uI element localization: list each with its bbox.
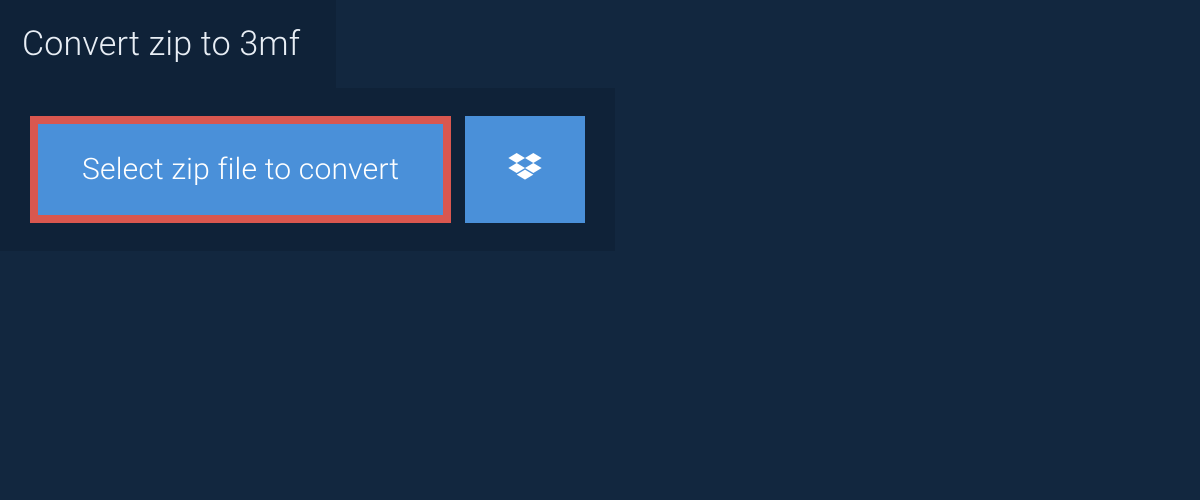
select-file-label: Select zip file to convert [82,152,399,187]
dropbox-button[interactable] [465,116,585,223]
tab-label: Convert zip to 3mf [22,24,300,64]
dropbox-icon [505,148,545,192]
select-file-button[interactable]: Select zip file to convert [30,116,451,223]
tab-strip: Convert zip to 3mf [0,0,1200,88]
action-panel: Select zip file to convert [0,88,615,251]
tab-convert[interactable]: Convert zip to 3mf [0,0,336,88]
